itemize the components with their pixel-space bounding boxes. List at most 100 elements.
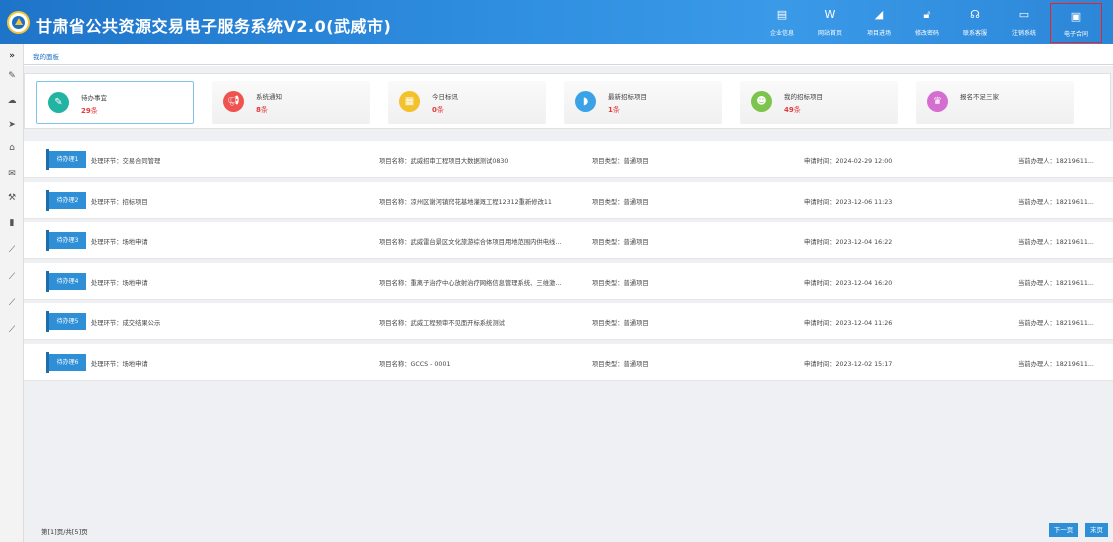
task-handler: 当前办理人：18219611...: [1018, 320, 1094, 327]
task-project-name: 项目名称：GCCS - 0001: [379, 360, 451, 368]
task-handler: 当前办理人：18219611...: [1018, 360, 1094, 368]
monitor-icon: ▭: [1018, 8, 1030, 21]
table-row[interactable]: 待办理1 处理环节：交易合同管理 项目名称：武威招审工程项目大数据测试0830 项目类…: [24, 141, 1113, 178]
card-count-unit: 条: [436, 106, 444, 114]
chart-icon[interactable]: ⟋: [0, 325, 24, 335]
task-stage: 处理环节：招标项目: [91, 198, 148, 206]
task-project-type: 项目类型：普通项目: [592, 239, 649, 246]
task-stage: 处理环节：成交结果公示: [91, 320, 161, 327]
nav-project-button[interactable]: ◢ 项目进场: [853, 0, 905, 44]
top-header: 甘肃省公共资源交易电子服务系统V2.0(武威市) ▤ 企业信息 W 网站首页 ◢ 项目进场…: [0, 0, 1113, 44]
edit-icon[interactable]: ✎: [0, 71, 24, 81]
summary-card[interactable]: 📢︎ 系统通知 8条: [212, 81, 370, 124]
todo-tag[interactable]: 待办理3: [46, 230, 86, 251]
summary-card[interactable]: ✎ 待办事宜 29条: [36, 81, 194, 124]
card-count-value: 49: [784, 106, 794, 114]
w-letter-icon: W: [824, 8, 836, 21]
nav-contract-button[interactable]: ▣ 电子合同: [1050, 3, 1102, 43]
chart-icon[interactable]: ⟋: [0, 245, 24, 255]
gavel-icon[interactable]: ⚒: [0, 193, 24, 203]
todo-tag[interactable]: 待办理1: [46, 149, 86, 170]
table-row[interactable]: 待办理3 处理环节：场地申请 项目名称：武威雷台景区文化旅游综合体项目用地范围内供电…: [24, 222, 1113, 259]
headset-icon: ☊: [970, 8, 980, 21]
nav-website-button[interactable]: W 网站首页: [804, 0, 856, 44]
nav-label: 企业信息: [769, 30, 794, 37]
shield-icon[interactable]: ⌂: [0, 143, 24, 153]
task-handler: 当前办理人：18219611...: [1018, 279, 1094, 287]
todo-tag[interactable]: 待办理6: [46, 351, 86, 373]
nav-support-button[interactable]: ☊ 联系客服: [949, 0, 1001, 44]
nav-password-button[interactable]: 🔓︎ 修改密码: [901, 0, 953, 44]
table-row[interactable]: 待办理4 处理环节：场地申请 项目名称：重离子治疗中心放射治疗网络信息管理系统、三维…: [24, 262, 1113, 300]
task-apply-time: 申请时间：2023-12-02 15:17: [804, 360, 893, 368]
flag-icon: ◗: [575, 91, 596, 112]
task-handler: 当前办理人：18219611...: [1018, 198, 1094, 206]
task-stage: 处理环节：场地申请: [91, 279, 148, 287]
card-count: 0条: [432, 105, 444, 115]
table-row[interactable]: 待办理5 处理环节：成交结果公示 项目名称：武威工程预审不见面开标系统测试 项目类型：…: [24, 303, 1113, 340]
task-project-name: 项目名称：重离子治疗中心放射治疗网络信息管理系统、三维激...: [379, 279, 562, 287]
nav-label: 修改密码: [914, 30, 939, 37]
task-project-type: 项目类型：普通项目: [592, 320, 649, 327]
pagination-info: 第[1]页/共[5]页: [41, 528, 88, 536]
document-icon: ▤: [776, 8, 788, 21]
table-row[interactable]: 待办理6 处理环节：场地申请 项目名称：GCCS - 0001 项目类型：普通项目 申请…: [24, 343, 1113, 381]
task-stage: 处理环节：场地申请: [91, 239, 148, 246]
chat-icon[interactable]: ✉: [0, 169, 24, 179]
user-icon: ☻: [751, 91, 772, 112]
card-count-unit: 条: [90, 107, 98, 115]
task-apply-time: 申请时间：2023-12-04 16:20: [804, 279, 893, 287]
task-handler: 当前办理人：18219611...: [1018, 239, 1094, 246]
breadcrumb-bar: 我的面板: [24, 47, 1113, 65]
chart-icon[interactable]: ⟋: [0, 298, 24, 308]
task-project-type: 项目类型：普通项目: [592, 158, 649, 165]
nav-label: 联系客服: [962, 30, 987, 37]
nav-label: 注销系统: [1011, 30, 1036, 37]
card-title: 今日标讯: [432, 93, 458, 101]
emblem-logo: [7, 11, 30, 34]
task-project-type: 项目类型：普通项目: [592, 279, 649, 287]
task-stage: 处理环节：场地申请: [91, 360, 148, 368]
task-apply-time: 申请时间：2024-02-29 12:00: [804, 158, 893, 165]
nav-label: 电子合同: [1063, 31, 1088, 38]
card-count-value: 29: [81, 107, 91, 115]
card-title: 报名不足三家: [960, 93, 999, 101]
table-row[interactable]: 待办理2 处理环节：招标项目 项目名称：凉州区谢河镇窍花基地灌溉工程12312重新修…: [24, 181, 1113, 219]
todo-tag[interactable]: 待办理5: [46, 311, 86, 332]
summary-card[interactable]: ♛ 报名不足三家: [916, 81, 1074, 124]
card-title: 系统通知: [256, 93, 282, 101]
task-project-type: 项目类型：普通项目: [592, 198, 649, 206]
summary-card[interactable]: ▦ 今日标讯 0条: [388, 81, 546, 124]
lock-icon: 🔓︎: [923, 8, 931, 21]
task-apply-time: 申请时间：2023-12-04 16:22: [804, 239, 893, 246]
todo-tag[interactable]: 待办理2: [46, 189, 86, 211]
card-title: 最新招标项目: [608, 93, 647, 101]
task-project-type: 项目类型：普通项目: [592, 360, 649, 368]
send-icon[interactable]: ➤: [0, 120, 24, 130]
card-count: 1条: [608, 105, 620, 115]
card-count: 49条: [784, 105, 801, 115]
summary-card[interactable]: ☻ 我的招标项目 49条: [740, 81, 898, 124]
cloud-icon[interactable]: ☁: [0, 96, 24, 106]
summary-cards: ✎ 待办事宜 29条 📢︎ 系统通知 8条 ▦ 今日标讯 0条 ◗ 最新招标项目 1条 ☻ 我的招标项目 4…: [24, 73, 1111, 129]
todo-tag[interactable]: 待办理4: [46, 270, 86, 292]
group-icon: ♛: [927, 91, 948, 112]
last-page-button[interactable]: 末页: [1085, 523, 1108, 537]
nav-label: 网站首页: [817, 30, 842, 37]
task-apply-time: 申请时间：2023-12-04 11:26: [804, 320, 893, 327]
summary-card[interactable]: ◗ 最新招标项目 1条: [564, 81, 722, 124]
breadcrumb-tab[interactable]: 我的面板: [33, 51, 59, 61]
double-chevron-icon[interactable]: »: [0, 51, 24, 61]
card-count: 29条: [81, 106, 98, 116]
card-count: 8条: [256, 105, 268, 115]
card-title: 待办事宜: [81, 94, 107, 102]
task-handler: 当前办理人：18219611...: [1018, 158, 1094, 165]
card-count-unit: 条: [793, 106, 801, 114]
book-icon[interactable]: ▮: [0, 218, 24, 228]
nav-enterprise-button[interactable]: ▤ 企业信息: [756, 0, 808, 44]
nav-logout-button[interactable]: ▭ 注销系统: [998, 0, 1050, 44]
next-page-button[interactable]: 下一页: [1049, 523, 1078, 537]
card-title: 我的招标项目: [784, 93, 823, 101]
chart-icon[interactable]: ⟋: [0, 272, 24, 282]
card-count-unit: 条: [260, 106, 268, 114]
